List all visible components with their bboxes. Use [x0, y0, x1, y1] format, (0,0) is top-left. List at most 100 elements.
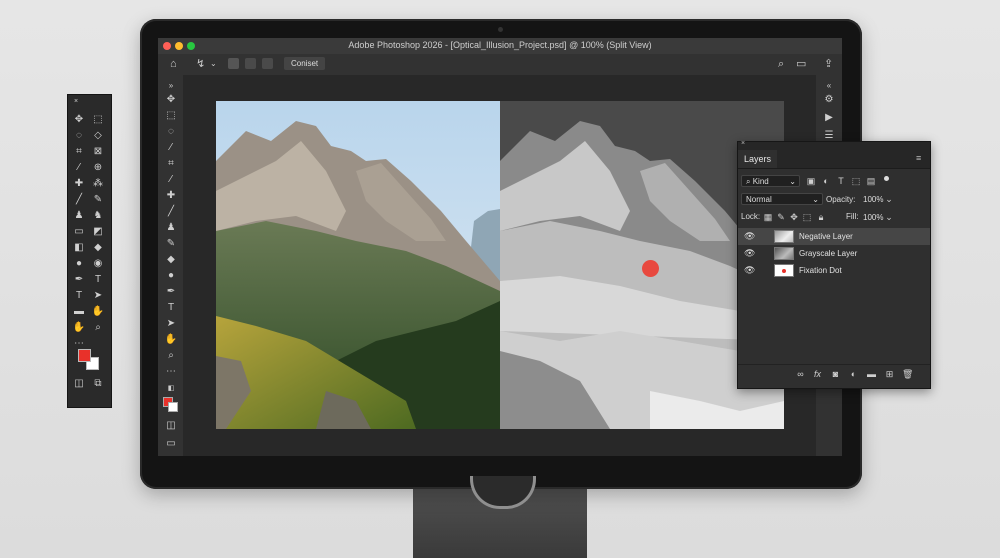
path-select-icon[interactable]: ➤ [91, 289, 105, 303]
filter-adjustment-icon[interactable]: ◐ [821, 176, 831, 186]
magic-wand-icon[interactable]: ⁄ [164, 141, 178, 155]
pen-tool-icon[interactable]: ✒ [164, 285, 178, 299]
tab-layers[interactable]: Layers [738, 150, 778, 168]
collapse-icon[interactable]: » [164, 79, 178, 93]
pattern-stamp-icon[interactable]: ♞ [91, 209, 105, 223]
opacity-input[interactable]: 100% [858, 193, 883, 205]
gradient-tool-icon[interactable]: ◧ [72, 241, 86, 255]
zoom-tool-icon[interactable]: ⌕ [164, 349, 178, 363]
trash-icon[interactable]: 🗑︎ [902, 369, 913, 380]
filter-kind-select[interactable]: ⌕ Kind ⌄ [741, 175, 800, 187]
panel-close-icon[interactable]: × [741, 140, 745, 147]
lock-position-icon[interactable]: ✥ [789, 212, 799, 222]
screen-mode-icon[interactable]: ⧉ [91, 377, 105, 391]
new-layer-icon[interactable]: ⊞ [884, 369, 895, 380]
move-tool-icon[interactable]: ✥ [72, 113, 86, 127]
lasso-icon[interactable]: ◌ [164, 125, 178, 139]
blend-mode-select[interactable]: Normal ⌄ [741, 193, 823, 205]
sponge-tool-icon[interactable]: ◉ [91, 257, 105, 271]
rectangle-tool-icon[interactable]: ▬ [72, 305, 86, 319]
brush-tool-icon[interactable]: ╱ [164, 205, 178, 219]
blur-tool-icon[interactable]: ◆ [91, 241, 105, 255]
play-action-icon[interactable]: ▶ [822, 111, 836, 125]
workspace-icon[interactable]: ▭ [796, 57, 806, 71]
crop-tool-icon[interactable]: ⌗ [164, 157, 178, 171]
filter-toggle-icon[interactable] [884, 176, 889, 181]
more-tools-icon[interactable]: ⋯ [164, 365, 178, 379]
lock-transparency-icon[interactable]: ▦ [763, 212, 773, 222]
mode-new-icon[interactable] [228, 58, 239, 69]
dodge-tool-icon[interactable]: ● [72, 257, 86, 271]
document-canvas[interactable] [216, 101, 784, 429]
lock-artboard-icon[interactable]: ⬚ [802, 212, 812, 222]
preset-button[interactable]: Coniset [284, 57, 326, 70]
rotate-view-icon[interactable]: ✋ [72, 321, 86, 335]
healing-brush-icon[interactable]: ✚ [72, 177, 86, 191]
brush-tool-icon[interactable]: ╱ [72, 193, 86, 207]
pen-tool-icon[interactable]: ✒ [72, 273, 86, 287]
quick-mask-icon[interactable]: ◫ [72, 377, 86, 391]
default-colors-icon[interactable]: ◧ [164, 382, 178, 396]
type-tool-icon[interactable]: T [164, 301, 178, 315]
mask-icon[interactable]: ◙ [830, 369, 841, 380]
toolbox-close-icon[interactable]: × [69, 95, 83, 109]
fill-input[interactable]: 100% [858, 211, 883, 223]
foreground-color-swatch[interactable] [78, 349, 91, 362]
group-icon[interactable]: ▬ [866, 369, 877, 380]
frame-tool-icon[interactable]: ⊠ [91, 145, 105, 159]
path-select-icon[interactable]: ➤ [164, 317, 178, 331]
color-sampler-icon[interactable]: ⊕ [91, 161, 105, 175]
visibility-eye-icon[interactable]: 👁︎ [744, 231, 755, 242]
bg-eraser-icon[interactable]: ◩ [91, 225, 105, 239]
pencil-tool-icon[interactable]: ✎ [91, 193, 105, 207]
hand-tool-icon[interactable]: ✋ [91, 305, 105, 319]
zoom-tool-icon[interactable]: ⌕ [91, 321, 105, 335]
mode-add-icon[interactable] [245, 58, 256, 69]
lasso-tool-icon[interactable]: ↯ [196, 57, 205, 71]
chevron-down-icon[interactable]: ⌄ [210, 57, 217, 71]
lock-all-icon[interactable]: 🔒︎ [816, 212, 826, 222]
share-icon[interactable]: ⇪ [824, 57, 833, 71]
layer-row[interactable]: 👁︎ Negative Layer [738, 228, 930, 245]
visibility-eye-icon[interactable]: 👁︎ [744, 248, 755, 259]
eyedropper-icon[interactable]: ⁄ [72, 161, 86, 175]
history-brush-icon[interactable]: ✎ [164, 237, 178, 251]
paint-bucket-icon[interactable]: ◆ [164, 253, 178, 267]
expand-panels-icon[interactable]: « [822, 79, 836, 93]
marquee-tool-icon[interactable]: ⬚ [164, 109, 178, 123]
screen-mode-icon[interactable]: ▭ [164, 437, 178, 451]
filter-type-icon[interactable]: T [836, 176, 846, 186]
eraser-tool-icon[interactable]: ▭ [72, 225, 86, 239]
lasso-icon[interactable]: ◌ [72, 129, 86, 143]
panel-menu-icon[interactable]: ≡ [916, 153, 921, 163]
filter-smart-icon[interactable]: ▤ [866, 176, 876, 186]
properties-icon[interactable]: ⚙ [822, 93, 836, 107]
layer-row[interactable]: 👁︎ Grayscale Layer [738, 245, 930, 262]
eyedropper-icon[interactable]: ⁄ [164, 173, 178, 187]
link-icon[interactable]: ∞ [795, 369, 806, 380]
polygon-lasso-icon[interactable]: ◇ [91, 129, 105, 143]
lock-image-icon[interactable]: ✎ [776, 212, 786, 222]
filter-shape-icon[interactable]: ⬚ [851, 176, 861, 186]
crop-tool-icon[interactable]: ⌗ [72, 145, 86, 159]
opacity-chevron-icon[interactable]: ⌄ [884, 194, 894, 204]
dodge-tool-icon[interactable]: ● [164, 269, 178, 283]
fill-chevron-icon[interactable]: ⌄ [884, 212, 894, 222]
home-icon[interactable]: ⌂ [170, 57, 177, 71]
search-icon[interactable]: ⌕ [778, 57, 784, 71]
move-tool-icon[interactable]: ✥ [164, 93, 178, 107]
background-color-swatch[interactable] [168, 402, 178, 412]
filter-pixel-icon[interactable]: ▣ [806, 176, 816, 186]
marquee-tool-icon[interactable]: ⬚ [91, 113, 105, 127]
hand-tool-icon[interactable]: ✋ [164, 333, 178, 347]
stamp-tool-icon[interactable]: ♟ [72, 209, 86, 223]
adjustment-icon[interactable]: ◐ [848, 369, 859, 380]
fx-icon[interactable]: fx [812, 369, 823, 380]
vertical-type-icon[interactable]: T [72, 289, 86, 303]
patch-tool-icon[interactable]: ⁂ [91, 177, 105, 191]
stamp-tool-icon[interactable]: ♟ [164, 221, 178, 235]
healing-brush-icon[interactable]: ✚ [164, 189, 178, 203]
layer-row[interactable]: 👁︎ Fixation Dot [738, 262, 930, 279]
type-tool-icon[interactable]: T [91, 273, 105, 287]
quick-mask-icon[interactable]: ◫ [164, 419, 178, 433]
